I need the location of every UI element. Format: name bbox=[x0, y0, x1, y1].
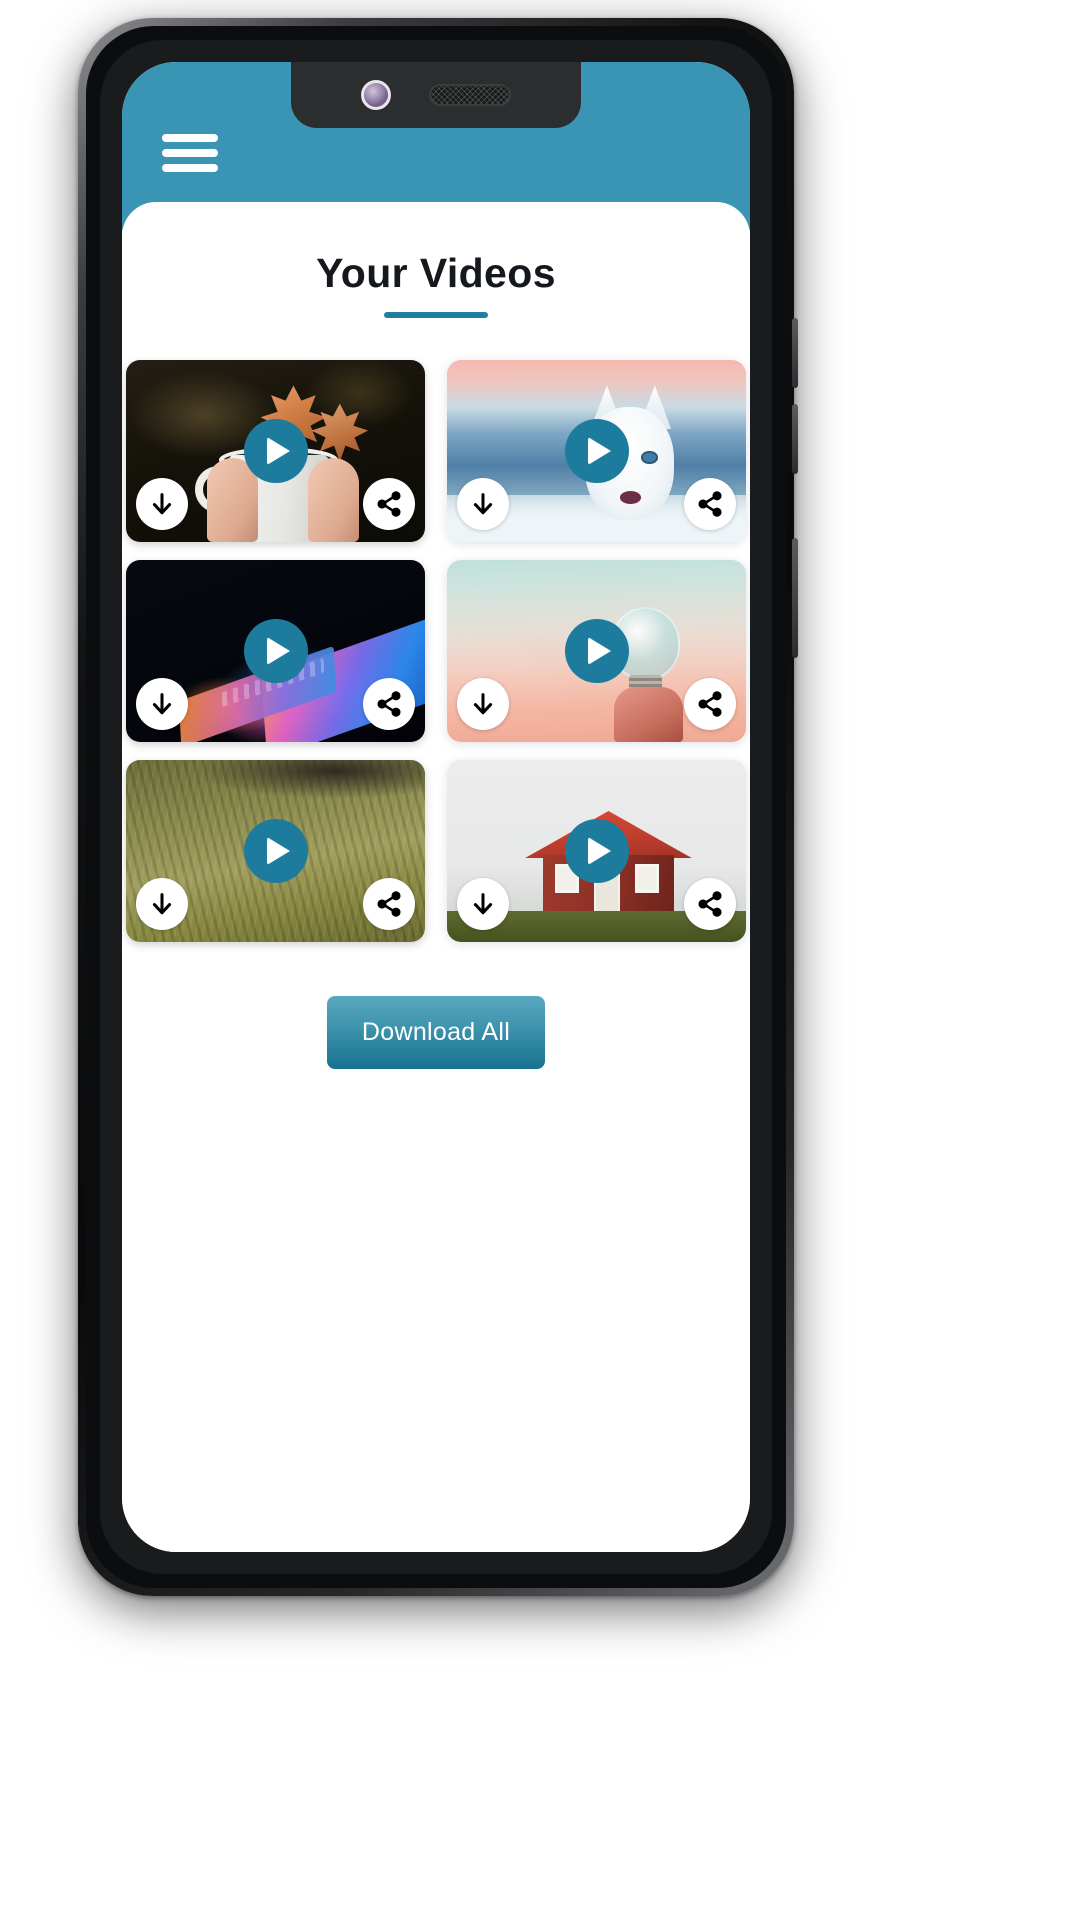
video-grid bbox=[126, 360, 746, 942]
phone-bezel: Your Videos Download All bbox=[86, 26, 786, 1588]
volume-down-button[interactable] bbox=[792, 404, 798, 474]
play-icon[interactable] bbox=[564, 819, 629, 883]
screenshot-stage: Your Videos Download All bbox=[0, 0, 1080, 1920]
page-title-block: Your Videos bbox=[122, 250, 750, 318]
video-card[interactable] bbox=[447, 760, 746, 942]
hamburger-line bbox=[162, 149, 218, 157]
download-icon[interactable] bbox=[457, 878, 509, 930]
video-card[interactable] bbox=[126, 360, 425, 542]
play-triangle bbox=[588, 637, 611, 665]
play-triangle bbox=[267, 637, 290, 665]
front-camera-icon bbox=[361, 80, 391, 110]
dog-nose-shape bbox=[620, 491, 642, 504]
share-icon[interactable] bbox=[363, 678, 415, 730]
app-content-sheet: Your Videos Download All bbox=[122, 202, 750, 1552]
share-icon[interactable] bbox=[684, 478, 736, 530]
play-icon[interactable] bbox=[243, 419, 308, 483]
play-icon[interactable] bbox=[243, 819, 308, 883]
phone-inner-rim: Your Videos Download All bbox=[100, 40, 772, 1574]
download-all-block: Download All bbox=[122, 996, 750, 1069]
hamburger-menu-icon[interactable] bbox=[162, 134, 218, 172]
device-notch bbox=[291, 62, 581, 128]
hamburger-line bbox=[162, 164, 218, 172]
share-icon[interactable] bbox=[363, 878, 415, 930]
share-icon[interactable] bbox=[684, 878, 736, 930]
volume-up-button[interactable] bbox=[792, 318, 798, 388]
download-icon[interactable] bbox=[457, 478, 509, 530]
play-icon[interactable] bbox=[564, 419, 629, 483]
hamburger-line bbox=[162, 134, 218, 142]
hand-shape bbox=[614, 687, 684, 742]
phone-screen: Your Videos Download All bbox=[122, 62, 750, 1552]
title-underline-accent bbox=[384, 312, 488, 318]
hand-shape bbox=[308, 458, 360, 542]
power-button[interactable] bbox=[792, 538, 798, 658]
video-card[interactable] bbox=[126, 760, 425, 942]
house-window-shape bbox=[635, 863, 660, 893]
share-icon[interactable] bbox=[684, 678, 736, 730]
play-triangle bbox=[267, 437, 290, 465]
download-all-button[interactable]: Download All bbox=[327, 996, 545, 1069]
page-title: Your Videos bbox=[316, 250, 556, 296]
play-triangle bbox=[267, 837, 290, 865]
download-icon[interactable] bbox=[136, 678, 188, 730]
download-icon[interactable] bbox=[457, 678, 509, 730]
dog-eye-shape bbox=[641, 451, 658, 464]
share-icon[interactable] bbox=[363, 478, 415, 530]
earpiece-speaker-icon bbox=[429, 84, 511, 106]
play-icon[interactable] bbox=[564, 619, 629, 683]
play-triangle bbox=[588, 437, 611, 465]
video-card[interactable] bbox=[447, 360, 746, 542]
play-icon[interactable] bbox=[243, 619, 308, 683]
video-card[interactable] bbox=[447, 560, 746, 742]
phone-device-frame: Your Videos Download All bbox=[78, 18, 798, 1596]
download-icon[interactable] bbox=[136, 478, 188, 530]
play-triangle bbox=[588, 837, 611, 865]
video-card[interactable] bbox=[126, 560, 425, 742]
download-icon[interactable] bbox=[136, 878, 188, 930]
